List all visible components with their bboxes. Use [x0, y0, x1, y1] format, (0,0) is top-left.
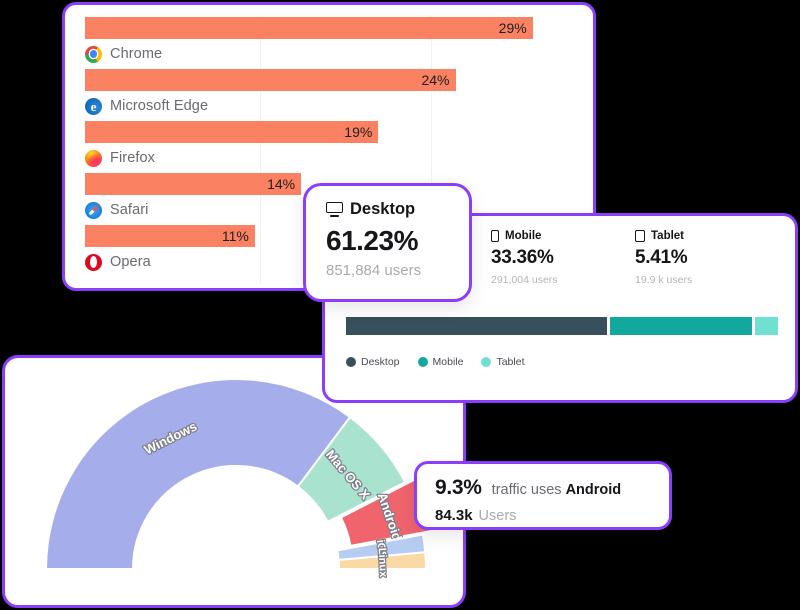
bar-category-label: Chrome: [85, 43, 162, 65]
legend-item-mobile[interactable]: Mobile: [417, 356, 464, 368]
bar-value-label: 29%: [498, 20, 527, 36]
android-callout-card: 9.3% traffic uses Android 84.3k Users: [414, 461, 672, 530]
desktop-callout-percent: 61.23%: [326, 225, 418, 256]
bar-row[interactable]: 24% e Microsoft Edge: [65, 65, 593, 117]
legend-label: Desktop: [361, 356, 400, 368]
android-callout-users-number: 84.3k: [435, 507, 473, 524]
bar-microsoft-edge[interactable]: 24%: [85, 69, 456, 91]
android-callout-users-word: Users: [478, 508, 517, 524]
bar-row[interactable]: 19% Firefox: [65, 117, 593, 169]
device-stat-tablet-percent: 5.41%: [635, 247, 688, 268]
legend-item-tablet[interactable]: Tablet: [481, 356, 525, 368]
desktop-callout-label: Desktop: [350, 200, 416, 218]
safari-icon: [85, 201, 102, 219]
donut-slice-windows[interactable]: [44, 378, 352, 570]
desktop-callout-users: 851,884 users: [326, 262, 422, 279]
tablet-icon: [635, 230, 645, 242]
bar-opera[interactable]: 11%: [85, 225, 255, 247]
legend-dot: [481, 357, 492, 367]
bar-safari[interactable]: 14%: [85, 173, 302, 195]
device-stacked-bar: [346, 317, 778, 335]
legend-label: Mobile: [432, 356, 464, 368]
stack-segment-tablet[interactable]: [754, 317, 778, 335]
device-stat-tablet-users: 19.9 k users: [635, 274, 693, 286]
stack-segment-desktop[interactable]: [346, 317, 607, 335]
bar-category-text: Firefox: [110, 150, 156, 166]
bar-category-text: Opera: [110, 254, 151, 270]
desktop-callout-card: Desktop 61.23% 851,884 users: [303, 183, 472, 302]
legend-dot: [346, 357, 356, 367]
device-stat-mobile-percent: 33.36%: [491, 247, 554, 268]
bar-value-label: 24%: [421, 72, 450, 88]
device-stat-mobile: Mobile 33.36% 291,004 users: [491, 230, 558, 286]
legend-item-desktop[interactable]: Desktop: [346, 356, 400, 368]
device-stat-mobile-label: Mobile: [505, 230, 542, 242]
device-stat-tablet-head: Tablet: [635, 230, 692, 242]
bar-value-label: 19%: [344, 124, 373, 140]
dashboard-stage: 29% Chrome 24% e Microsoft Edge 19% Firefox 14%…: [0, 0, 800, 610]
android-callout-text: traffic uses Android: [492, 482, 621, 498]
legend-label: Tablet: [496, 356, 525, 368]
android-callout-line1: 9.3% traffic uses Android: [435, 476, 669, 500]
bar-value-label: 14%: [267, 176, 296, 192]
bar-firefox[interactable]: 19%: [85, 121, 379, 143]
device-stat-mobile-head: Mobile: [491, 230, 558, 242]
bar-category-text: Microsoft Edge: [110, 98, 209, 114]
bar-category-text: Safari: [110, 202, 149, 218]
desktop-callout-head: Desktop: [326, 200, 469, 219]
device-stat-tablet: Tablet 5.41% 19.9 k users: [635, 230, 692, 286]
device-stat-tablet-label: Tablet: [651, 230, 685, 242]
device-stat-mobile-users: 291,004 users: [491, 274, 558, 286]
bar-chrome[interactable]: 29%: [85, 17, 533, 39]
android-callout-text-strong: Android: [565, 482, 622, 498]
monitor-icon: [326, 202, 343, 217]
bar-category-label: Firefox: [85, 147, 155, 169]
bar-category-text: Chrome: [110, 46, 163, 62]
bar-value-label: 11%: [221, 228, 249, 244]
firefox-icon: [85, 149, 102, 167]
legend-dot: [417, 357, 428, 367]
device-legend: Desktop Mobile Tablet: [346, 356, 525, 368]
chrome-icon: [85, 45, 102, 63]
bar-category-label: Opera: [85, 251, 151, 273]
phone-icon: [491, 230, 499, 242]
bar-row[interactable]: 29% Chrome: [65, 13, 593, 65]
edge-icon: e: [85, 97, 102, 115]
opera-icon: [85, 253, 102, 271]
android-callout-percent: 9.3%: [435, 476, 482, 499]
bar-category-label: Safari: [85, 199, 148, 221]
stack-segment-mobile[interactable]: [609, 317, 752, 335]
android-callout-text-before: traffic uses: [491, 482, 562, 498]
donut-slice-label: Linux: [376, 548, 389, 579]
bar-category-label: e Microsoft Edge: [85, 95, 208, 117]
android-callout-line2: 84.3k Users: [435, 507, 669, 524]
